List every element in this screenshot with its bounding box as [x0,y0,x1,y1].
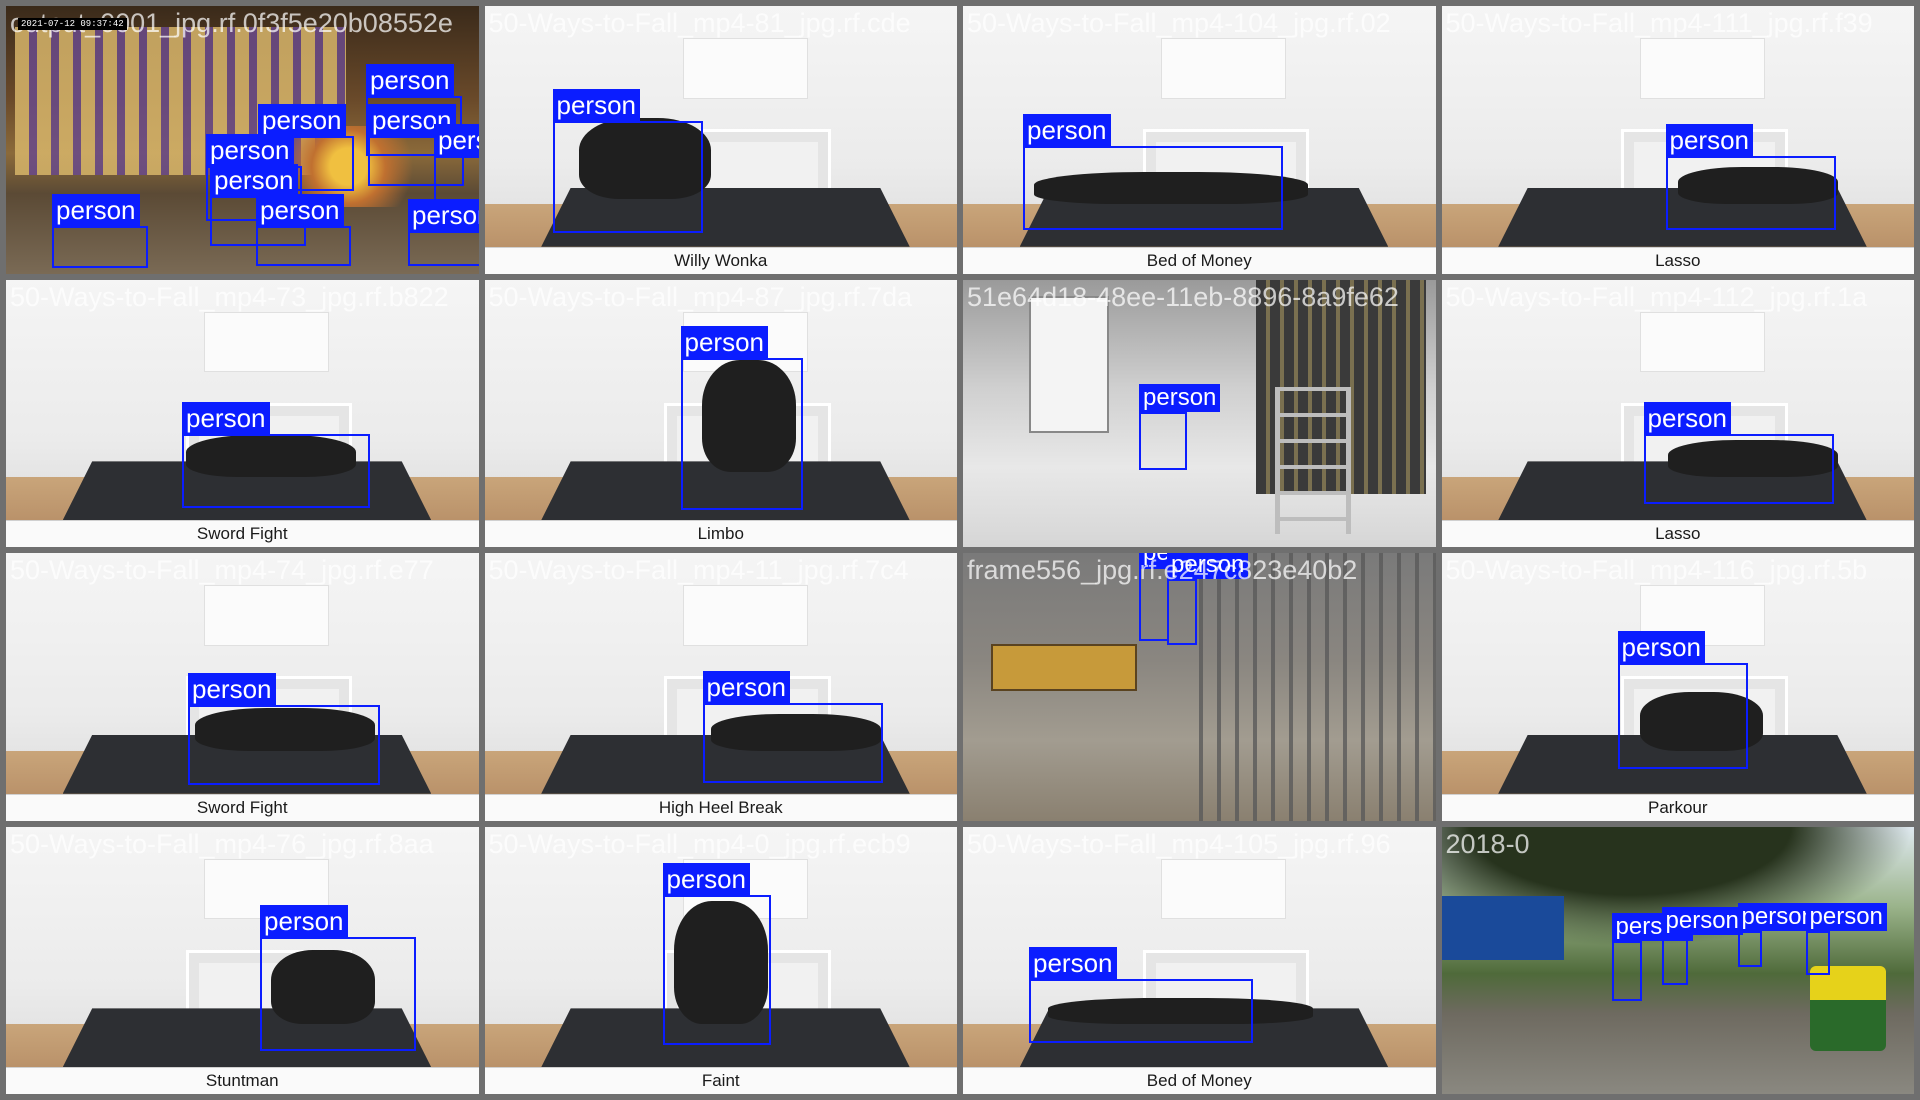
person-box: person [408,199,479,266]
tile-16[interactable]: 2018-0 person person person person [1441,826,1914,1094]
caption: Bed of Money [963,246,1436,274]
person-label: person [210,164,298,196]
person-box: person [1139,553,1221,641]
person-box: person [188,673,380,785]
caption: Faint [484,1067,957,1094]
yellow-crate [991,643,1138,691]
tile-12[interactable]: 50-Ways-to-Fall_mp4-116_jpg.rf.5b person… [1441,553,1914,821]
person-box: person [662,862,771,1045]
person-label: person [1167,553,1249,579]
wall-frame [1161,38,1287,99]
person-box: person [1661,906,1743,985]
person-label: person [258,104,346,136]
person-box: person [1167,553,1249,645]
doorway [1029,295,1109,434]
person-label: person [1023,114,1111,146]
person-label: person [1665,124,1753,156]
person-label: person [366,64,454,96]
person-label: person [1617,631,1705,663]
person-box: person [1617,631,1748,769]
wall-frame [1639,311,1765,373]
person-box: person [1029,946,1253,1043]
person-box: person [1643,401,1834,504]
person-box: person [1611,912,1693,1001]
wall-frame [204,311,330,373]
image-grid: 2021-07-12 09:37:42 output_0001_jpg.rf.0… [0,0,1920,1100]
tile-5[interactable]: 50-Ways-to-Fall_mp4-73_jpg.rf.b822 perso… [6,279,479,547]
caption: Bed of Money [963,1067,1436,1094]
person-label: person [662,862,750,895]
person-box: person [1023,114,1283,230]
wall-frame [1161,858,1287,920]
person-box: person [182,401,370,508]
wall-frame [682,585,808,646]
railing [1199,553,1436,821]
person-label: person [206,134,294,166]
tile-7[interactable]: 51e64d18-48ee-11eb-8896-8a9fe62 person [963,279,1436,547]
caption: Stuntman [6,1067,479,1094]
person-box: person [256,194,351,266]
person-box: person [702,671,883,783]
person-label: person [1643,401,1731,434]
tile-4[interactable]: 50-Ways-to-Fall_mp4-111_jpg.rf.f39 perso… [1441,6,1914,274]
caption: Sword Fight [6,520,479,547]
tile-13[interactable]: 50-Ways-to-Fall_mp4-76_jpg.rf.8aa person… [6,826,479,1094]
wall-frame [682,38,808,99]
ladder [1274,386,1351,534]
person-label: person [408,199,479,231]
wall-frame [1639,38,1765,99]
person-box: person [552,89,703,233]
person-box: person [680,325,803,510]
construction-scene [963,553,1436,821]
person-label: person [680,325,768,358]
caption: Limbo [484,520,957,547]
caption: High Heel Break [484,793,957,821]
server-room-scene [963,279,1436,547]
person-label: person [1661,906,1743,935]
caption: Willy Wonka [484,246,957,274]
tile-9[interactable]: 50-Ways-to-Fall_mp4-74_jpg.rf.e77 person… [6,553,479,821]
caption: Lasso [1441,246,1914,274]
wall-frame [204,585,330,646]
caption: Parkour [1441,793,1914,821]
tile-10[interactable]: 50-Ways-to-Fall_mp4-11_jpg.rf.7c4 person… [484,553,957,821]
person-label: person [1805,902,1887,931]
tile-6[interactable]: 50-Ways-to-Fall_mp4-87_jpg.rf.7da person… [484,279,957,547]
person-box: person [1805,902,1887,975]
timestamp-stamp: 2021-07-12 09:37:42 [18,18,127,30]
person-box: person [52,194,148,268]
tile-8[interactable]: 50-Ways-to-Fall_mp4-112_jpg.rf.1a person… [1441,279,1914,547]
person-label: person [1029,946,1117,979]
person-box: person [1665,124,1836,230]
tile-1[interactable]: 2021-07-12 09:37:42 output_0001_jpg.rf.0… [6,6,479,274]
person-box: person [1737,902,1819,967]
person-label: person [434,124,479,156]
person-label: person [256,194,344,226]
person-label: person [182,401,270,434]
person-box: person [260,904,416,1051]
tile-14[interactable]: 50-Ways-to-Fall_mp4-0_jpg.rf.ecb9 person… [484,826,957,1094]
tile-15[interactable]: 50-Ways-to-Fall_mp4-105_jpg.rf.96 person… [963,826,1436,1094]
person-label: person [702,671,790,703]
caption: Lasso [1441,520,1914,547]
person-label: person [188,673,276,705]
person-label: person [552,89,640,121]
caption: Sword Fight [6,793,479,821]
tile-3[interactable]: 50-Ways-to-Fall_mp4-104_jpg.rf.02 person… [963,6,1436,274]
blue-tarp [1441,896,1565,961]
tile-2[interactable]: 50-Ways-to-Fall_mp4-81_jpg.rf.cde person… [484,6,957,274]
auto-rickshaw [1810,965,1886,1052]
person-box: person [1139,383,1221,470]
person-label: person [260,904,348,937]
person-label: person [1139,383,1221,412]
person-label: person [52,194,140,226]
tile-11[interactable]: frame556_jpg.rf.e247c823e40b2 person per… [963,553,1436,821]
